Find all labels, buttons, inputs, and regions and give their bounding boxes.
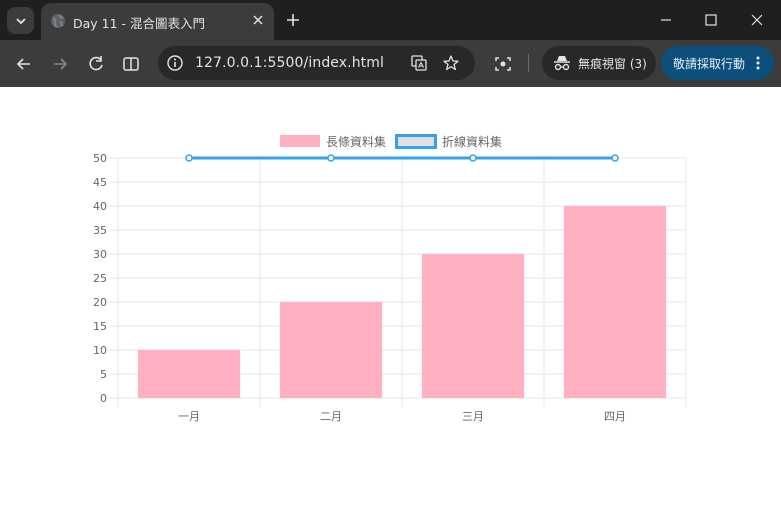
globe-icon (51, 14, 65, 28)
y-tick-label: 30 (93, 248, 107, 261)
x-tick-label: 二月 (320, 410, 342, 423)
legend-swatch-bar (280, 135, 320, 147)
incognito-button[interactable]: 無痕視窗 (3) (542, 46, 656, 80)
close-tab-icon[interactable] (250, 12, 266, 28)
tab-title: Day 11 - 混合圖表入門 (73, 16, 206, 31)
y-tick-label: 25 (93, 272, 107, 285)
close-window-icon[interactable] (747, 10, 767, 30)
minimize-icon[interactable] (656, 10, 676, 30)
url-text: 127.0.0.1:5500/index.html (195, 55, 384, 71)
new-tab-icon[interactable] (283, 10, 303, 30)
incognito-icon (554, 56, 570, 71)
y-tick-label: 0 (100, 392, 107, 405)
incognito-label: 無痕視窗 (3) (578, 57, 647, 71)
split-view-icon[interactable] (121, 54, 141, 74)
y-tick-label: 20 (93, 296, 107, 309)
y-tick-label: 40 (93, 200, 107, 213)
x-tick-label: 三月 (462, 410, 484, 423)
y-tick-label: 35 (93, 224, 107, 237)
browser-toolbar: 127.0.0.1:5500/index.html 無痕視窗 (3) 敬請採取行… (0, 40, 781, 87)
y-tick-label: 45 (93, 176, 107, 189)
x-tick-label: 一月 (178, 410, 200, 423)
action-required-button[interactable]: 敬請採取行動 (661, 46, 774, 80)
line-point-四月 (611, 154, 619, 162)
translate-icon[interactable] (410, 54, 428, 72)
page-content: 0 5 10 15 20 25 30 35 40 45 50 一月 二月 三月 四月 長條資料集 折線資料集 (0, 87, 781, 518)
bar-四月 (563, 206, 667, 398)
y-tick-label: 15 (93, 320, 107, 333)
y-tick-label: 50 (93, 152, 107, 165)
mixed-chart: 0 5 10 15 20 25 30 35 40 45 50 一月 二月 三月 四月 長條資料集 折線資料集 (93, 134, 687, 423)
legend-label-line: 折線資料集 (442, 134, 502, 149)
browser-tab[interactable]: Day 11 - 混合圖表入門 (41, 3, 274, 40)
reload-icon[interactable] (86, 54, 106, 74)
tab-search-button[interactable] (7, 7, 34, 34)
bar-三月 (421, 254, 525, 398)
legend-label-bar: 長條資料集 (326, 134, 386, 149)
site-info-icon[interactable] (166, 54, 184, 72)
screenshot-lens-icon[interactable] (493, 54, 513, 74)
maximize-icon[interactable] (701, 10, 721, 30)
y-tick-label: 5 (100, 368, 107, 381)
back-icon[interactable] (14, 54, 34, 74)
bookmark-star-icon[interactable] (442, 54, 460, 72)
line-point-一月 (185, 154, 193, 162)
bar-二月 (279, 302, 383, 398)
address-bar[interactable]: 127.0.0.1:5500/index.html (158, 46, 475, 80)
chevron-down-icon (15, 17, 26, 24)
line-point-二月 (327, 154, 335, 162)
action-required-label: 敬請採取行動 (673, 57, 746, 71)
forward-icon[interactable] (50, 54, 70, 74)
title-bar: Day 11 - 混合圖表入門 (0, 0, 781, 40)
more-menu-icon[interactable] (755, 55, 761, 71)
y-tick-label: 10 (93, 344, 107, 357)
line-point-三月 (469, 154, 477, 162)
toolbar-separator (528, 54, 529, 72)
bar-一月 (137, 350, 241, 398)
x-tick-label: 四月 (604, 410, 626, 423)
legend-swatch-line (395, 134, 437, 149)
